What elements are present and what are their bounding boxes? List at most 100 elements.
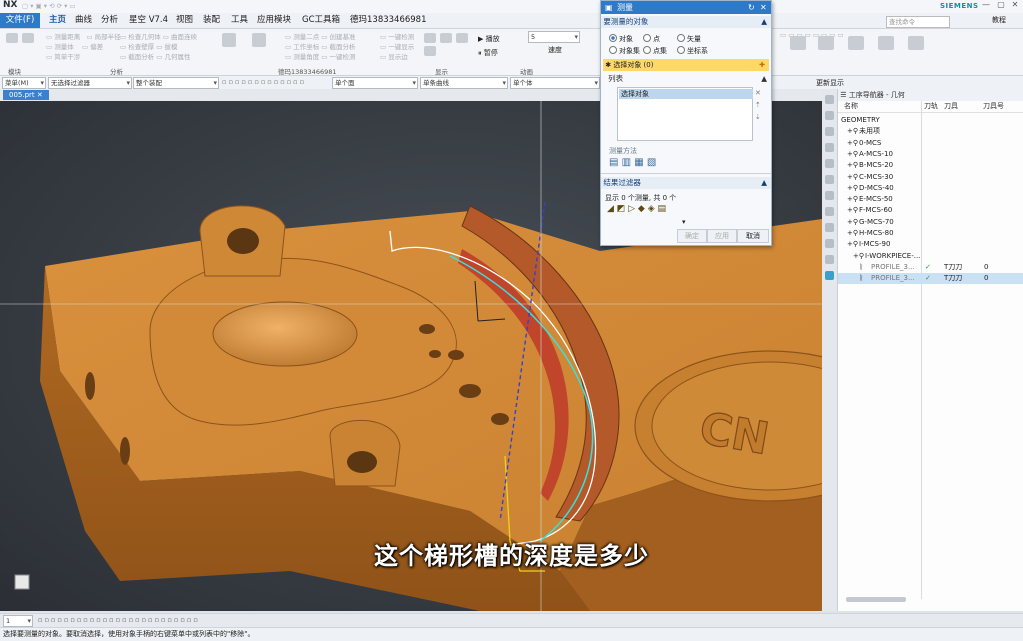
reset-icon[interactable]: ↻: [748, 1, 755, 14]
display-icon[interactable]: [424, 46, 436, 56]
radio-point-set[interactable]: 点集: [643, 46, 667, 56]
small-hole[interactable]: [419, 324, 435, 334]
navigator-row[interactable]: +⚲ B-MCS-20: [838, 160, 1023, 171]
filter-collapse-icon[interactable]: ▲: [761, 177, 767, 189]
navigator-row[interactable]: +⚲ D-MCS-40: [838, 183, 1023, 194]
selection-list[interactable]: 选择对象: [617, 87, 753, 141]
pause-button[interactable]: ⏸ 暂停: [478, 48, 498, 58]
navigator-row[interactable]: GEOMETRY: [838, 115, 1023, 126]
update-display-button[interactable]: 更新显示: [816, 78, 844, 88]
tab-app-modules[interactable]: 应用模块: [252, 14, 296, 27]
part-navigator-icon[interactable]: [825, 95, 834, 104]
main-menu-button[interactable]: 菜单(M): [2, 77, 46, 89]
web-browser-icon[interactable]: [825, 207, 834, 216]
navigator-row[interactable]: +⚲ 未用项: [838, 126, 1023, 137]
col-path[interactable]: 刀轨: [924, 101, 938, 112]
expand-toggle-icon[interactable]: +⚲: [847, 138, 858, 149]
body-rule-select[interactable]: 单个体: [510, 77, 600, 89]
help-link[interactable]: 教程: [992, 15, 1006, 25]
radio-vector[interactable]: 矢量: [677, 34, 701, 44]
small-hole[interactable]: [448, 350, 464, 360]
tab-gc-toolbox[interactable]: GC工具箱: [297, 14, 345, 27]
tool-icon[interactable]: [818, 36, 834, 50]
expand-toggle-icon[interactable]: +⚲: [847, 160, 858, 171]
navigator-row[interactable]: +⚲ I-MCS-90: [838, 239, 1023, 250]
module-icon[interactable]: [6, 33, 18, 43]
ribbon-tool-text[interactable]: ▭ 测量距离 ▭ 局部半径 ▭ 测量体 ▭ 偏差 ▭ 简单干涉: [46, 31, 121, 61]
page-select[interactable]: 1: [3, 615, 33, 627]
side-slot[interactable]: [120, 437, 130, 465]
ug-icon[interactable]: [825, 271, 834, 280]
radio-object-set[interactable]: 对象集: [609, 46, 640, 56]
curve-rule-select[interactable]: 单条曲线: [420, 77, 508, 89]
list-collapse-icon[interactable]: ▲: [761, 73, 767, 85]
mount-hole[interactable]: [227, 228, 259, 254]
navigator-row[interactable]: +⚲ F-MCS-60: [838, 205, 1023, 216]
navigator-row[interactable]: +⚲ E-MCS-50: [838, 194, 1023, 205]
expand-toggle-icon[interactable]: +⚲: [847, 205, 858, 216]
col-tool-number[interactable]: 刀具号: [983, 101, 1004, 112]
navigator-row[interactable]: +⚲ H-MCS-80: [838, 228, 1023, 239]
col-name[interactable]: 名称: [844, 101, 858, 112]
navigator-row[interactable]: +⚲ A-MCS-10: [838, 149, 1023, 160]
speed-select[interactable]: 5: [528, 31, 580, 43]
ribbon-tool-text[interactable]: ▭ 测量二点 ▭ 创建基准 ▭ 工作坐标 ▭ 截面分析 ▭ 测量角度 ▭ 一键检测: [285, 31, 355, 61]
navigator-row[interactable]: +⚲ 0-MCS: [838, 138, 1023, 149]
navigator-row[interactable]: +⚲ I-WORKPIECE-...: [838, 251, 1023, 262]
type-filter-select[interactable]: 无选择过滤器: [48, 77, 132, 89]
add-selection-icon[interactable]: ✚: [759, 59, 765, 71]
minimize-icon[interactable]: —: [980, 0, 992, 12]
expand-toggle-icon[interactable]: +⚲: [847, 126, 858, 137]
constraint-navigator-icon[interactable]: [825, 127, 834, 136]
small-hole[interactable]: [429, 350, 441, 358]
collapse-icon[interactable]: ▲: [761, 16, 767, 28]
cancel-button[interactable]: 取消: [737, 229, 769, 243]
measure-method-icons[interactable]: ▤ ▥ ▦ ▧: [609, 157, 656, 168]
close-icon[interactable]: ✕: [1009, 0, 1021, 12]
navigator-row[interactable]: ᚱ PROFILE_3... ✓ T刀刀 0: [838, 262, 1023, 273]
small-hole[interactable]: [459, 384, 481, 398]
tab-curve[interactable]: 曲线: [70, 14, 97, 27]
expand-toggle-icon[interactable]: +⚲: [847, 194, 858, 205]
tab-analysis[interactable]: 分析: [96, 14, 123, 27]
navigator-row[interactable]: ᚱ PROFILE_3... ✓ T刀刀 0: [838, 273, 1023, 285]
navigator-row[interactable]: +⚲ C-MCS-30: [838, 172, 1023, 183]
select-object-row[interactable]: ✱ 选择对象 (0) ✚: [603, 59, 769, 71]
assembly-filter-select[interactable]: 整个装配: [133, 77, 219, 89]
face-rule-select[interactable]: 单个面: [332, 77, 418, 89]
tab-part-file[interactable]: 005.prt ✕: [3, 90, 49, 100]
role-icon[interactable]: [825, 239, 834, 248]
tool-icon[interactable]: [908, 36, 924, 50]
tab-view[interactable]: 视图: [171, 14, 198, 27]
expand-toggle-icon[interactable]: +⚲: [847, 228, 858, 239]
apply-button[interactable]: 应用: [707, 229, 737, 243]
side-slot[interactable]: [85, 372, 95, 400]
radio-point[interactable]: 点: [643, 34, 660, 44]
move-down-icon[interactable]: ⇣: [755, 113, 761, 121]
snap-icons[interactable]: ▫ ▫ ▫ ▫ ▫ ▫ ▫ ▫ ▫ ▫ ▫ ▫ ▫: [222, 78, 304, 86]
dish-pocket[interactable]: [212, 301, 358, 367]
analysis-icon[interactable]: [252, 33, 266, 47]
display-icon[interactable]: [424, 33, 436, 43]
expand-toggle-icon[interactable]: +⚲: [847, 149, 858, 160]
ribbon-tool-text[interactable]: ▭ 一键检测 ▭ 一键显示 ▭ 显示边: [380, 31, 414, 61]
play-button[interactable]: ▶ 播放: [478, 34, 500, 44]
move-up-icon[interactable]: ⇡: [755, 101, 761, 109]
expand-toggle-icon[interactable]: +⚲: [847, 217, 858, 228]
lower-hole[interactable]: [347, 451, 377, 473]
dialog-close-icon[interactable]: ✕: [760, 1, 767, 14]
radio-csys[interactable]: 坐标系: [677, 46, 708, 56]
view-triad-icon[interactable]: [14, 574, 30, 590]
ribbon-tool-text[interactable]: ▭ 检查几何体 ▭ 曲面连续 ▭ 检查壁厚 ▭ 拔模 ▭ 截面分析 ▭ 几何属性: [120, 31, 197, 61]
view-tool-icons[interactable]: ▫ ▫ ▫ ▫ ▫ ▫ ▫ ▫ ▫ ▫ ▫ ▫ ▫ ▫ ▫ ▫ ▫ ▫ ▫ ▫ …: [38, 616, 198, 624]
col-tool[interactable]: 刀具: [944, 101, 958, 112]
maximize-icon[interactable]: ▢: [995, 0, 1007, 12]
file-menu[interactable]: 文件(F): [0, 13, 40, 28]
tool-icon[interactable]: [878, 36, 894, 50]
palette-icon[interactable]: [825, 223, 834, 232]
small-hole[interactable]: [491, 413, 509, 425]
analysis-icon[interactable]: [222, 33, 236, 47]
tool-icon[interactable]: [848, 36, 864, 50]
tab-starsky[interactable]: 星空 V7.4: [124, 14, 173, 27]
tab-assembly[interactable]: 装配: [198, 14, 225, 27]
